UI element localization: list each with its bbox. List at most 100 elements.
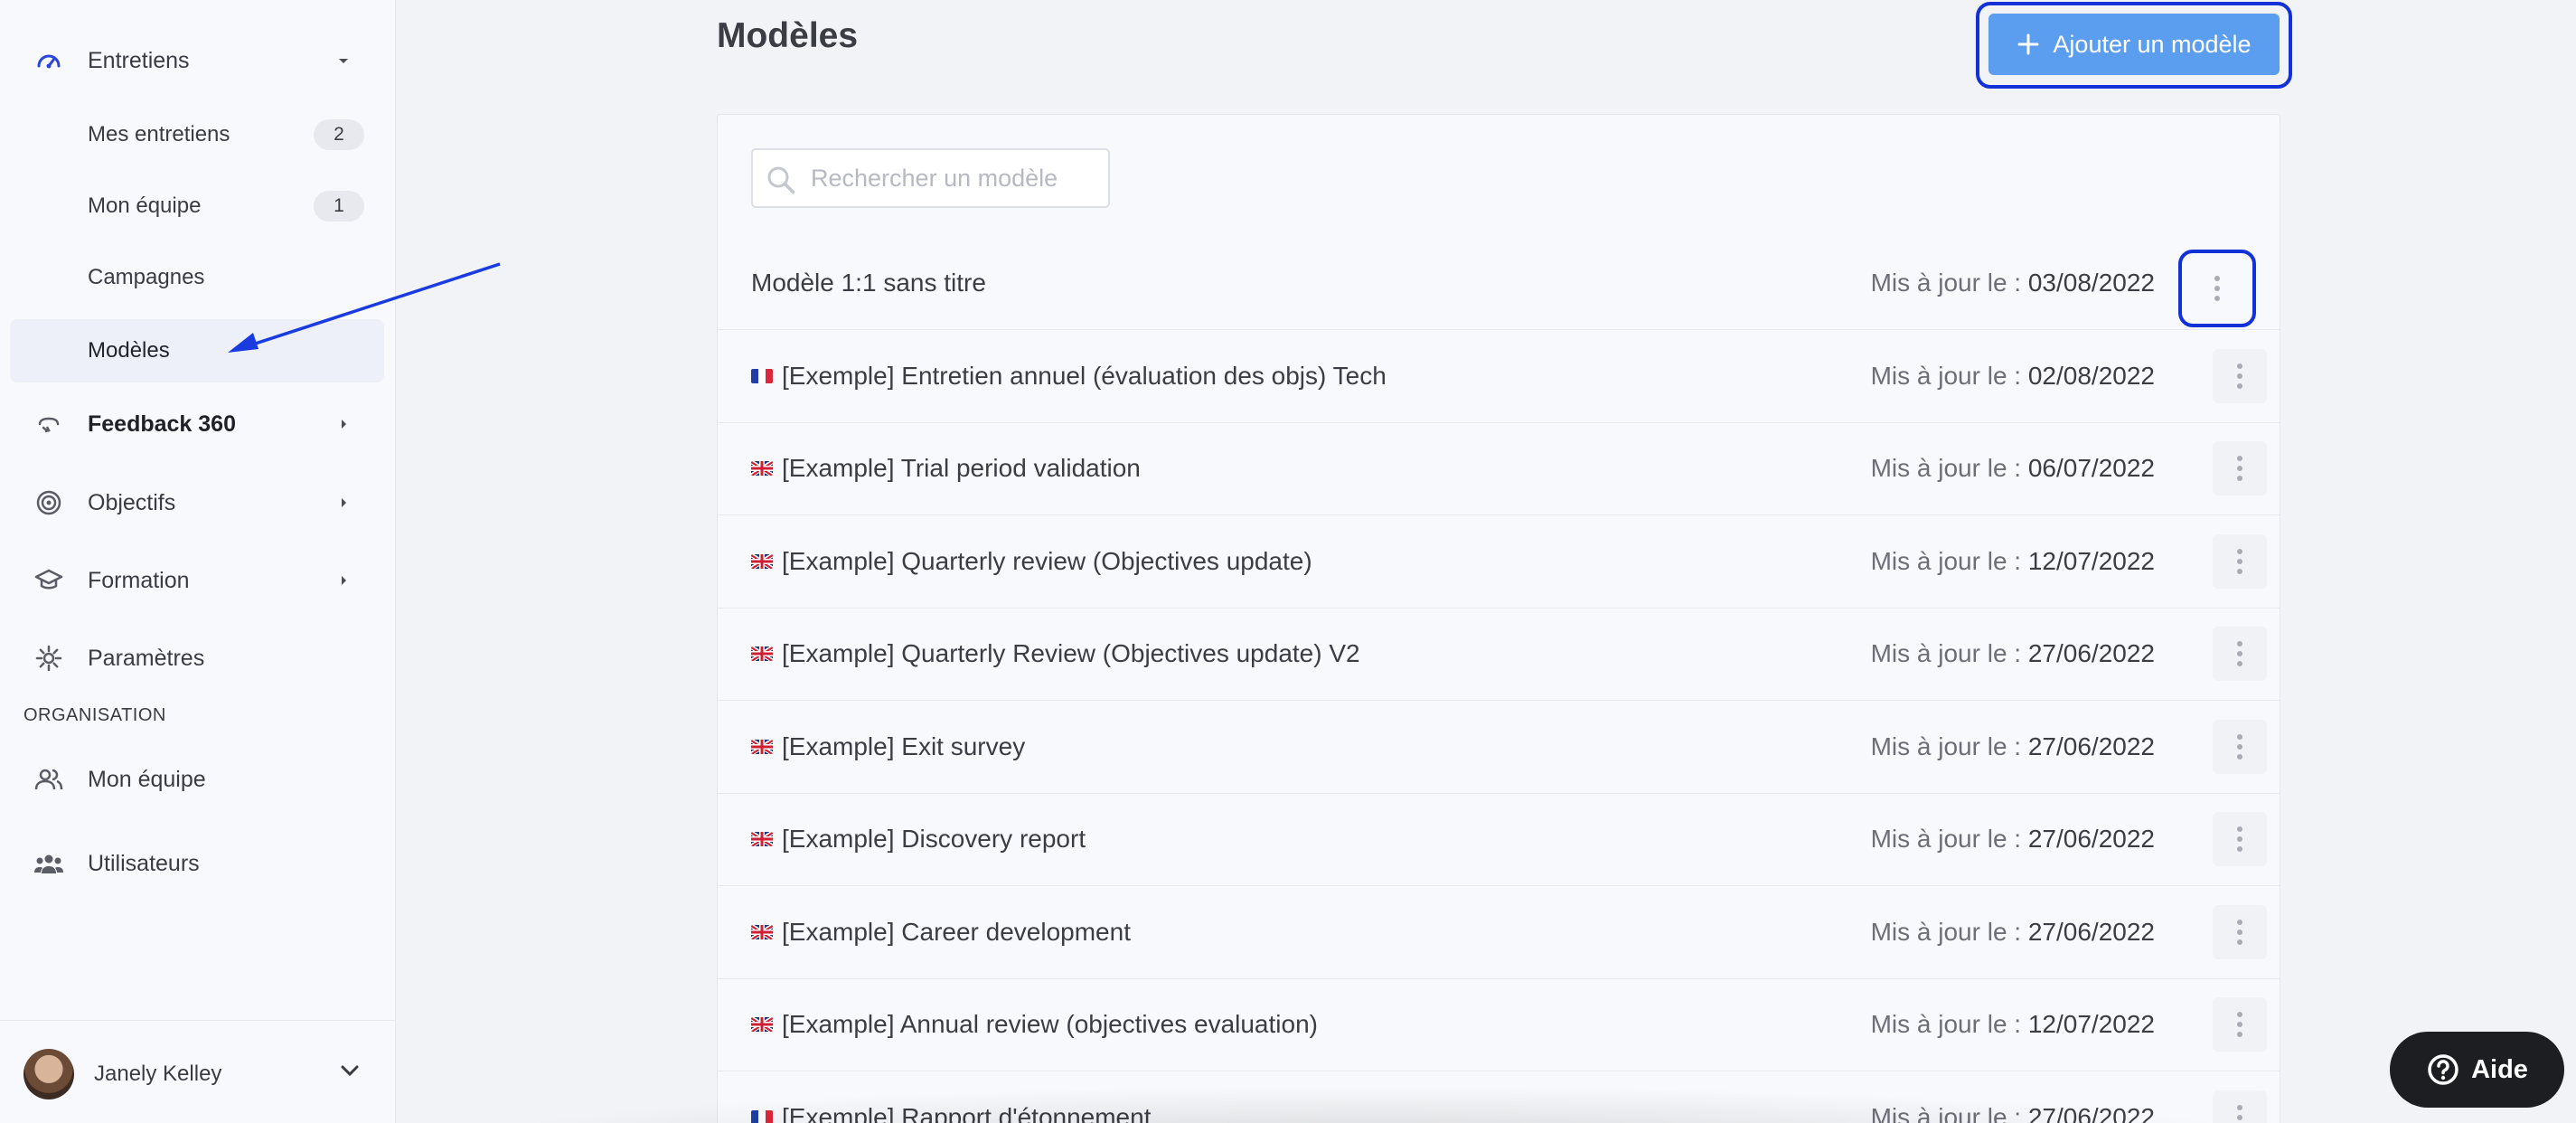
updated-date: 27/06/2022	[2027, 917, 2155, 946]
template-row[interactable]: [Example] Quarterly review (Objectives u…	[718, 516, 2280, 609]
template-updated: Mis à jour le : 02/08/2022	[1871, 362, 2155, 391]
caret-right-icon	[336, 417, 351, 431]
updated-date: 12/07/2022	[2027, 1010, 2155, 1038]
nav-parametres-label: Paramètres	[88, 645, 205, 671]
updated-date: 27/06/2022	[2027, 825, 2155, 853]
team-icon	[33, 763, 65, 796]
template-updated: Mis à jour le : 27/06/2022	[1871, 825, 2155, 854]
help-button[interactable]: Aide	[2390, 1032, 2564, 1108]
speedometer-icon	[33, 44, 65, 77]
template-name-text: [Example] Career development	[782, 917, 1131, 946]
template-name: [Example] Exit survey	[751, 732, 1025, 761]
updated-label: Mis à jour le :	[1870, 546, 2028, 575]
updated-label: Mis à jour le :	[1870, 1102, 2028, 1123]
template-name-text: [Example] Trial period validation	[782, 454, 1141, 482]
organisation-section-title: ORGANISATION	[24, 705, 166, 725]
chevron-down-icon[interactable]	[340, 1064, 360, 1081]
template-updated: Mis à jour le : 27/06/2022	[1871, 732, 2155, 761]
updated-date: 02/08/2022	[2027, 361, 2155, 390]
more-options-icon[interactable]	[2213, 812, 2267, 866]
template-row[interactable]: [Example] Exit survey Mis à jour le : 27/…	[718, 702, 2280, 794]
gear-icon	[33, 642, 65, 675]
template-name: [Exemple] Entretien annuel (évaluation d…	[751, 362, 1387, 391]
updated-label: Mis à jour le :	[1870, 361, 2028, 390]
template-row[interactable]: [Example] Annual review (objectives eval…	[718, 979, 2280, 1071]
more-options-icon[interactable]	[2213, 904, 2267, 959]
sidebar-item-mon-equipe[interactable]: Mon équipe 1	[0, 175, 396, 238]
template-name-text: [Example] Quarterly Review (Objectives u…	[782, 639, 1360, 667]
more-options-icon[interactable]	[2213, 533, 2267, 589]
target-icon	[33, 486, 65, 519]
updated-label: Mis à jour le :	[1870, 1010, 2028, 1038]
sidebar: Entretiens Mes entretiens 2 Mon équipe 1…	[0, 0, 396, 1123]
updated-label: Mis à jour le :	[1870, 731, 2028, 760]
template-name-text: [Exemple] Rapport d'étonnement	[782, 1102, 1152, 1123]
template-updated: Mis à jour le : 27/06/2022	[1871, 918, 2155, 947]
avatar	[24, 1049, 74, 1099]
template-name-text: [Example] Quarterly review (Objectives u…	[782, 546, 1312, 575]
page-title: Modèles	[717, 16, 859, 55]
user-name: Janely Kelley	[94, 1062, 222, 1086]
user-menu[interactable]: Janely Kelley	[0, 1020, 396, 1123]
nav-formation[interactable]: Formation	[0, 549, 396, 612]
nav-parametres[interactable]: Paramètres	[0, 627, 396, 690]
search-input[interactable]	[811, 150, 1100, 206]
sidebar-item-mes-entretiens[interactable]: Mes entretiens 2	[0, 103, 396, 166]
template-name: [Example] Quarterly Review (Objectives u…	[751, 639, 1360, 668]
nav-entretiens[interactable]: Entretiens	[0, 29, 396, 92]
template-row[interactable]: [Example] Discovery report Mis à jour le …	[718, 794, 2280, 886]
caret-down-icon	[336, 53, 351, 68]
add-template-button[interactable]: Ajouter un modèle	[1988, 14, 2280, 75]
caret-right-icon	[336, 573, 351, 588]
caret-right-icon	[336, 495, 351, 510]
flag-fr-icon	[751, 368, 773, 383]
nav-objectifs[interactable]: Objectifs	[0, 471, 396, 534]
flag-gb-icon	[751, 461, 773, 476]
nav-utilisateurs-label: Utilisateurs	[88, 850, 200, 876]
annotation-arrow	[228, 262, 501, 353]
feedback-loop-icon	[33, 408, 65, 440]
template-updated: Mis à jour le : 12/07/2022	[1871, 1010, 2155, 1039]
template-row[interactable]: [Example] Quarterly Review (Objectives u…	[718, 609, 2280, 701]
flag-gb-icon	[751, 553, 773, 569]
template-row[interactable]: Modèle 1:1 sans titre Mis à jour le : 03/…	[718, 238, 2280, 330]
more-options-icon[interactable]	[2213, 627, 2267, 681]
more-options-icon[interactable]	[2213, 997, 2267, 1052]
more-options-icon[interactable]	[2213, 1090, 2267, 1123]
updated-label: Mis à jour le :	[1870, 917, 2028, 946]
help-label: Aide	[2471, 1054, 2528, 1084]
graduation-cap-icon	[33, 564, 65, 597]
search-field[interactable]	[751, 148, 1110, 208]
nav-org-mon-equipe[interactable]: Mon équipe	[0, 748, 396, 811]
more-options-icon[interactable]	[2213, 441, 2267, 495]
updated-date: 27/06/2022	[2027, 731, 2155, 760]
nav-org-mon-equipe-label: Mon équipe	[88, 766, 206, 792]
updated-date: 06/07/2022	[2027, 454, 2155, 482]
nav-formation-label: Formation	[88, 567, 190, 593]
flag-fr-icon	[751, 1109, 773, 1123]
more-options-icon[interactable]	[2213, 719, 2267, 774]
count-badge: 1	[314, 191, 364, 222]
template-row[interactable]: [Example] Career development Mis à jour l…	[718, 887, 2280, 979]
nav-utilisateurs[interactable]: Utilisateurs	[0, 832, 396, 895]
template-row[interactable]: [Exemple] Rapport d'étonnement Mis à jour…	[718, 1072, 2280, 1123]
updated-date: 27/06/2022	[2027, 639, 2155, 667]
template-name: [Example] Quarterly review (Objectives u…	[751, 547, 1312, 576]
nav-feedback-360[interactable]: Feedback 360	[0, 392, 396, 456]
template-name: [Example] Career development	[751, 918, 1131, 947]
more-options-icon[interactable]	[2213, 348, 2267, 403]
more-options-icon[interactable]	[2178, 250, 2256, 327]
template-name-text: [Example] Exit survey	[782, 731, 1026, 760]
users-icon	[33, 847, 65, 880]
add-template-label: Ajouter un modèle	[2053, 30, 2252, 58]
template-updated: Mis à jour le : 06/07/2022	[1871, 454, 2155, 483]
nav-objectifs-label: Objectifs	[88, 489, 176, 515]
nav-entretiens-label: Entretiens	[88, 47, 190, 73]
template-row[interactable]: [Example] Trial period validation Mis à j…	[718, 423, 2280, 515]
flag-gb-icon	[751, 924, 773, 939]
sidebar-item-label: Modèles	[88, 338, 170, 363]
template-updated: Mis à jour le : 27/06/2022	[1871, 1103, 2155, 1123]
template-updated: Mis à jour le : 27/06/2022	[1871, 639, 2155, 668]
template-updated: Mis à jour le : 12/07/2022	[1871, 547, 2155, 576]
template-row[interactable]: [Exemple] Entretien annuel (évaluation d…	[718, 331, 2280, 423]
